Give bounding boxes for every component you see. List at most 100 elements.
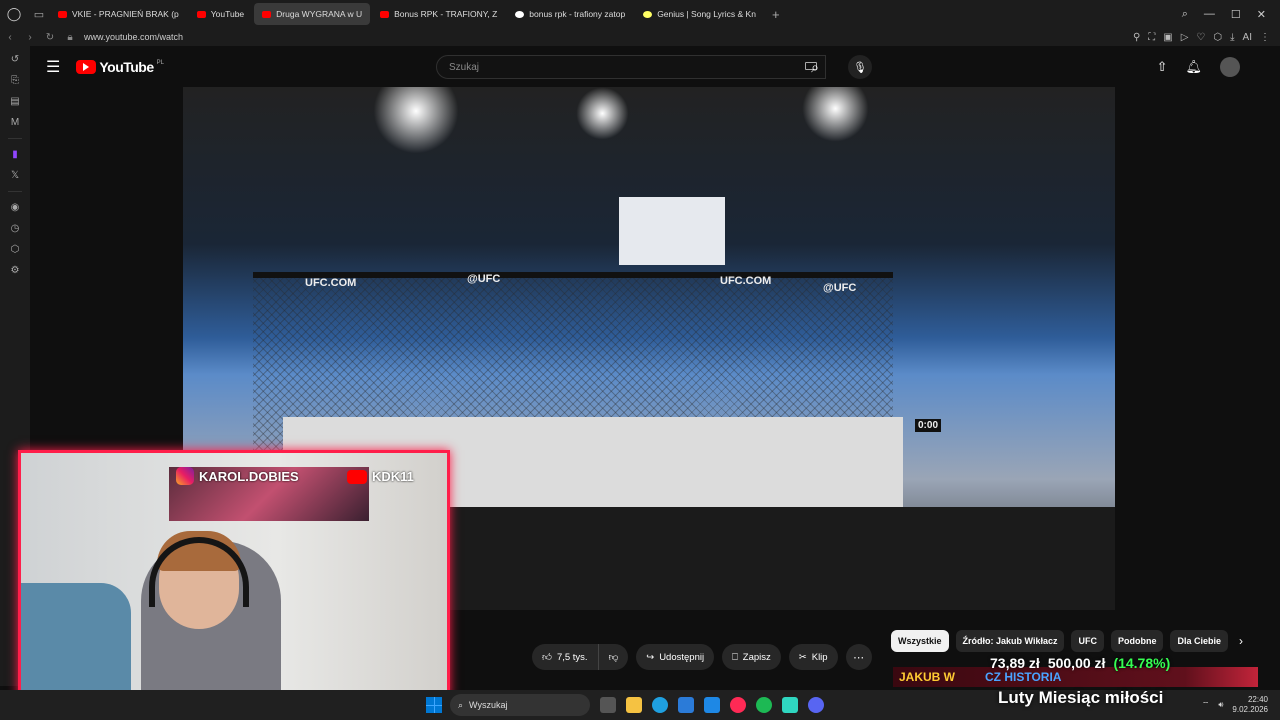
youtube-logo[interactable]: YouTube PL [76,59,164,75]
donation-percent: (14.78%) [1113,655,1171,671]
maximize-icon[interactable]: ☐ [1231,8,1241,21]
video-actions: 👍︎ 7,5 tys. 👎︎ ↪ Udostępnij ⎕ Zapisz ✂ Klip … [532,644,872,670]
taskbar-search-placeholder: Wyszukaj [469,700,508,710]
minimize-icon[interactable]: — [1204,8,1215,21]
tab-5[interactable]: Genius | Song Lyrics & Kn [635,3,764,25]
more-actions-button[interactable]: ⋯ [845,644,872,670]
picture-in-picture-icon[interactable]: ▣ [1163,32,1172,43]
discord-icon[interactable] [808,697,824,713]
messenger-icon[interactable]: M [11,117,19,128]
spotify-icon[interactable] [756,697,772,713]
twitch-icon[interactable]: ▮ [12,149,18,160]
like-dislike-group: 👍︎ 7,5 tys. 👎︎ [532,644,629,670]
wallet-icon[interactable]: ▤ [10,96,19,107]
opera-gx-icon[interactable] [730,697,746,713]
bookmark-icon[interactable]: ⎘ [11,75,19,86]
save-button[interactable]: ⎕ Zapisz [722,644,781,670]
app-icon[interactable] [782,697,798,713]
youtube-icon [196,10,206,18]
hamburger-menu-icon[interactable]: ☰ [46,57,60,77]
dislike-button[interactable]: 👎︎ [598,644,629,670]
cage-ad: UFC.COM [305,277,357,289]
url-field[interactable]: www.youtube.com/watch [84,32,183,42]
cage-ad: @UFC [467,273,501,285]
search-button[interactable]: ⌕ [795,55,835,79]
cube-icon[interactable]: ⬡ [11,244,20,255]
tab-0[interactable]: VKIE - PRAGNIEŃ BRAK (p [50,3,187,25]
share-button[interactable]: ↪ Udostępnij [636,644,715,670]
search-icon: ⌕ [458,699,464,710]
save-label: Zapisz [742,651,771,663]
cage-ad: UFC.COM [720,275,772,287]
x-icon[interactable]: 𝕏 [11,170,19,181]
settings-icon[interactable]: ⚙ [11,265,20,276]
tab-sidebar-icon[interactable]: ▭ [28,0,50,28]
network-icon[interactable]: ⌔ [1202,700,1210,710]
tab-label: VKIE - PRAGNIEŃ BRAK (p [72,9,179,19]
address-bar: ‹ › ↻ 🔒︎ www.youtube.com/watch ⚲ ⛶ ▣ ▷ ♡… [0,28,1280,46]
bookmark-icon: ⎕ [732,651,738,663]
tab-1[interactable]: YouTube [189,3,252,25]
clock[interactable]: 22:40 9.02.2026 [1232,695,1268,715]
clip-label: Klip [811,651,828,663]
avatar[interactable] [1220,57,1240,77]
voice-search-button[interactable]: 🎙︎ [848,55,872,79]
taskbar-search[interactable]: ⌕ Wyszukaj [450,694,590,716]
browser-logo-icon[interactable]: ◯ [0,0,28,28]
search-input[interactable]: Szukaj [436,55,826,79]
youtube-wordmark: YouTube [99,59,154,75]
chevron-right-icon[interactable]: › [1239,634,1243,648]
search-tabs-icon[interactable]: ⌕ [1182,8,1188,21]
play-icon[interactable]: ▷ [1181,32,1189,43]
tab-label: YouTube [210,9,245,19]
webcam-overlay: KAROL.DOBIES KDK11 [18,450,450,698]
heart-icon[interactable]: ♡ [1196,32,1205,43]
genius-icon [643,10,653,18]
search-placeholder: Szukaj [449,61,480,73]
file-explorer-icon[interactable] [626,697,642,713]
windows-start-icon[interactable] [426,697,442,713]
chip-source[interactable]: Źródło: Jakub Wikłacz [955,630,1065,652]
screenshot-icon[interactable]: ⛶ [1148,32,1155,43]
ai-button[interactable]: AI [1243,32,1252,43]
close-icon[interactable]: ✕ [1257,8,1266,21]
like-button[interactable]: 👍︎ 7,5 tys. [532,644,599,670]
recommendation-chips: Wszystkie Źródło: Jakub Wikłacz UFC Podo… [891,630,1243,652]
chip-all[interactable]: Wszystkie [891,630,949,652]
thumbs-down-icon: 👎︎ [608,652,619,663]
chip-for-you[interactable]: Dla Ciebie [1170,630,1228,652]
chip-ufc[interactable]: UFC [1071,630,1104,652]
new-tab-button[interactable]: + [766,7,786,22]
chip-similar[interactable]: Podobne [1110,630,1164,652]
mail-icon[interactable] [704,697,720,713]
tab-4[interactable]: bonus rpk - trafiony zatop [507,3,633,25]
pin-icon[interactable]: ⚲ [1133,32,1140,43]
google-icon [515,10,525,18]
youtube-play-icon [76,60,97,74]
notifications-icon[interactable]: 🔔︎ [1185,59,1202,75]
task-view-icon[interactable] [600,697,616,713]
upload-icon[interactable]: ⇧ [1157,59,1168,75]
reload-icon[interactable]: ↻ [40,32,60,43]
more-icon: ⋯ [853,651,865,664]
header-actions: ⇧ 🔔︎ [1157,57,1240,77]
tab-label: bonus rpk - trafiony zatop [529,9,626,19]
volume-icon[interactable]: 🔊︎ [1218,700,1223,710]
tab-2-active[interactable]: Druga WYGRANA w U [254,3,371,25]
store-icon[interactable] [678,697,694,713]
menu-icon[interactable]: ⋮ [1260,32,1270,43]
date: 9.02.2026 [1232,705,1268,714]
clock-icon[interactable]: ◷ [11,223,20,234]
downloads-icon[interactable]: ⤓ [1230,32,1234,43]
extensions-icon[interactable]: ⬡ [1213,32,1222,43]
player-icon[interactable]: ◉ [11,202,20,213]
history-icon[interactable]: ↺ [11,54,19,65]
cage-ad: @UFC [823,282,857,294]
edge-icon[interactable] [652,697,668,713]
clip-button[interactable]: ✂ Klip [788,644,838,670]
youtube-icon [262,10,272,18]
tab-3[interactable]: Bonus RPK - TRAFIONY, Z [372,3,505,25]
back-icon[interactable]: ‹ [0,32,20,43]
forward-icon[interactable]: › [20,32,40,43]
share-label: Udostępnij [659,651,705,663]
